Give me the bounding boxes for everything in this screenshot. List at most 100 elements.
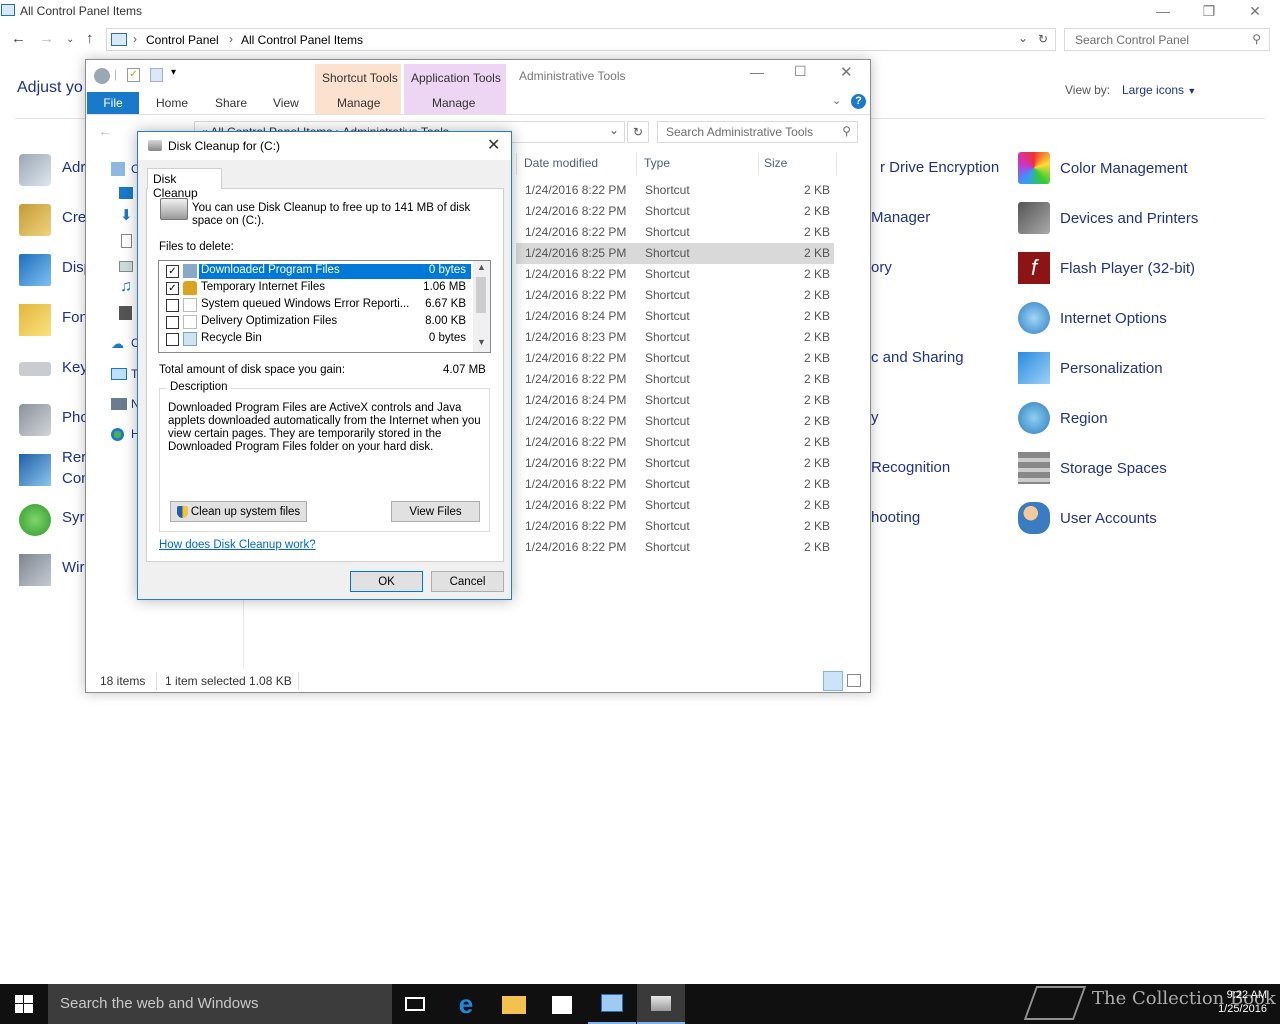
table-row[interactable]: 1/24/2016 8:22 PM Shortcut 2 KB [516,453,834,474]
item-personalization[interactable]: Personalization [1018,352,1163,384]
item-devices-printers[interactable]: Devices and Printers [1018,202,1198,234]
scrollbar[interactable]: ▲ ▼ [473,261,490,352]
checkbox[interactable] [166,333,179,346]
ok-button[interactable]: OK [350,571,423,592]
display-icon[interactable] [19,254,51,286]
checkbox[interactable] [166,316,179,329]
list-item[interactable]: ✓ Downloaded Program Files 0 bytes [159,263,474,280]
item-partial-label[interactable]: Recognition [871,459,950,476]
scroll-up-icon[interactable]: ▲ [477,262,486,272]
table-row[interactable]: 1/24/2016 8:22 PM Shortcut 2 KB [516,180,834,201]
list-item[interactable]: Delivery Optimization Files 8.00 KB [159,314,474,331]
up-arrow-icon[interactable]: ↑ [86,30,94,47]
close-button[interactable]: ✕ [487,135,500,155]
disk-cleanup-taskbar-icon[interactable] [637,984,685,1024]
minimize-button[interactable]: — [1140,0,1186,22]
documents-icon[interactable] [121,234,132,248]
table-row[interactable]: 1/24/2016 8:24 PM Shortcut 2 KB [516,306,834,327]
item-partial-label[interactable]: y [871,409,879,426]
tab-share[interactable]: Share [215,96,247,110]
chevron-down-icon[interactable]: ⌄ [1018,31,1028,45]
customize-toolbar-icon[interactable]: ▾ [171,67,176,78]
restore-button[interactable]: ❐ [1186,0,1232,22]
taskbar-search-input[interactable]: Search the web and Windows [48,984,392,1024]
refresh-icon[interactable]: ↻ [627,121,649,143]
help-icon[interactable]: ? [851,94,866,109]
start-button[interactable] [0,984,48,1024]
table-row[interactable]: 1/24/2016 8:22 PM Shortcut 2 KB [516,432,834,453]
table-row[interactable]: 1/24/2016 8:22 PM Shortcut 2 KB [516,516,834,537]
column-type[interactable]: Type [644,156,670,170]
videos-icon[interactable] [119,306,132,320]
list-item[interactable]: Recycle Bin 0 bytes [159,331,474,348]
table-row[interactable]: 1/24/2016 8:22 PM Shortcut 2 KB [516,495,834,516]
remoteapp-icon[interactable] [19,454,51,486]
table-row[interactable]: 1/24/2016 8:22 PM Shortcut 2 KB [516,537,834,558]
search-input[interactable]: Search Administrative Tools ⚲ [657,121,858,143]
pictures-icon[interactable] [119,261,133,272]
list-item[interactable]: System queued Windows Error Reporti... 6… [159,297,474,314]
item-partial-label[interactable]: ory [871,259,892,276]
clock[interactable]: 9:22 AM 1/25/2016 [1212,988,1267,1016]
store-icon[interactable] [547,989,577,1019]
table-row[interactable]: 1/24/2016 8:22 PM Shortcut 2 KB [516,474,834,495]
list-item[interactable]: ✓ Temporary Internet Files 1.06 MB [159,280,474,297]
table-row[interactable]: 1/24/2016 8:22 PM Shortcut 2 KB [516,369,834,390]
table-row[interactable]: 1/24/2016 8:22 PM Shortcut 2 KB [516,201,834,222]
view-by-dropdown[interactable]: Large icons ▼ [1122,83,1196,97]
files-list[interactable]: ✓ Downloaded Program Files 0 bytes ✓ Tem… [158,260,491,353]
tab-disk-cleanup[interactable]: Disk Cleanup [147,168,222,200]
breadcrumb-all-items[interactable]: All Control Panel Items [241,33,363,47]
table-row[interactable]: 1/24/2016 8:22 PM Shortcut 2 KB [516,285,834,306]
downloads-icon[interactable]: ⬇ [120,206,133,224]
minimize-button[interactable]: — [750,64,764,80]
item-partial-label[interactable]: Key [62,359,88,376]
tab-manage-application[interactable]: Manage [432,96,475,110]
cancel-button[interactable]: Cancel [431,571,504,592]
item-partial-label[interactable]: r Drive Encryption [880,159,999,176]
search-input[interactable]: Search Control Panel ⚲ [1064,28,1270,51]
homegroup-icon[interactable] [111,428,124,441]
table-row[interactable]: 1/24/2016 8:22 PM Shortcut 2 KB [516,348,834,369]
item-partial-label[interactable]: Adr [62,159,85,176]
music-icon[interactable]: ♫ [120,278,132,296]
scroll-down-icon[interactable]: ▼ [477,337,486,347]
checkbox[interactable]: ✓ [166,265,179,278]
item-partial-label[interactable]: Manager [871,209,930,226]
maximize-button[interactable]: ☐ [794,63,807,80]
new-folder-icon[interactable] [150,68,163,82]
fonts-icon[interactable] [19,304,51,336]
item-partial-label[interactable]: Wir [62,559,85,576]
table-row[interactable]: 1/24/2016 8:22 PM Shortcut 2 KB [516,411,834,432]
network-icon[interactable] [111,398,127,410]
back-arrow-icon[interactable]: ← [11,30,26,47]
item-internet-options[interactable]: Internet Options [1018,302,1167,334]
table-row[interactable]: 1/24/2016 8:23 PM Shortcut 2 KB [516,327,834,348]
checkbox[interactable] [166,299,179,312]
admin-tools-icon[interactable] [19,154,51,186]
close-button[interactable]: ✕ [1232,0,1278,22]
view-files-button[interactable]: View Files [391,501,480,522]
windows-firewall-icon[interactable] [19,554,51,586]
control-panel-taskbar-icon[interactable] [588,984,636,1024]
item-storage-spaces[interactable]: Storage Spaces [1018,452,1167,484]
back-arrow-icon[interactable]: ← [98,123,112,139]
item-partial-label[interactable]: c and Sharing [871,349,964,366]
breadcrumb-control-panel[interactable]: Control Panel [146,33,219,47]
address-bar[interactable]: › Control Panel › All Control Panel Item… [106,28,1056,51]
file-explorer-icon[interactable] [499,989,529,1019]
item-color-management[interactable]: Color Management [1018,152,1188,184]
tab-home[interactable]: Home [156,96,188,110]
refresh-icon[interactable]: ↻ [1038,32,1048,46]
large-icons-view-icon[interactable] [847,674,861,687]
column-date-modified[interactable]: Date modified [524,156,598,170]
expand-ribbon-icon[interactable]: ⌄ [832,94,841,107]
forward-arrow-icon[interactable]: → [39,30,54,47]
tab-view[interactable]: View [273,96,299,110]
onedrive-icon[interactable]: ☁ [111,336,124,352]
chevron-down-icon[interactable]: ⌄ [609,123,619,137]
item-partial-label[interactable]: hooting [871,509,920,526]
table-row[interactable]: 1/24/2016 8:24 PM Shortcut 2 KB [516,390,834,411]
item-partial-label[interactable]: Fon [62,309,88,326]
task-view-icon[interactable] [401,989,431,1019]
